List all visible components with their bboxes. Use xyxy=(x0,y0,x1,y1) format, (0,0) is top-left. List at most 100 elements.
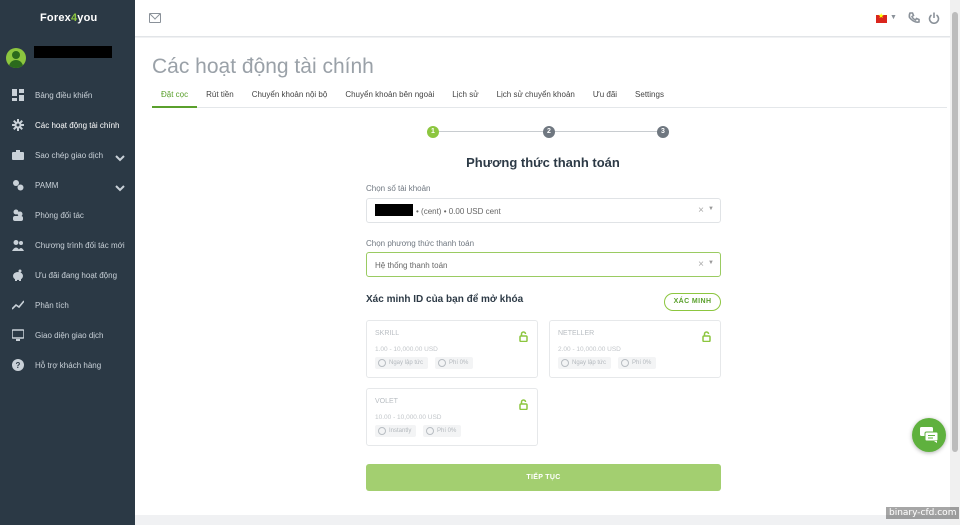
help-icon: ? xyxy=(11,359,24,372)
payment-card-name: VOLET xyxy=(375,398,398,405)
vietnam-flag-icon[interactable] xyxy=(876,12,887,23)
account-select-label: Chọn số tài khoản xyxy=(366,184,431,193)
terminal-icon xyxy=(11,329,24,342)
verify-button[interactable]: XÁC MINH xyxy=(664,293,721,311)
sidebar-item-label: Phân tích xyxy=(35,300,69,310)
sidebar-item-analytics[interactable]: Phân tích xyxy=(0,290,135,320)
chart-line-icon xyxy=(11,299,24,312)
percent-icon xyxy=(438,359,446,367)
chat-button[interactable] xyxy=(912,418,946,452)
lock-icon xyxy=(519,329,528,343)
lock-icon xyxy=(519,397,528,411)
redacted-account-number xyxy=(375,204,413,217)
tab-bar: Đặt cọc Rút tiền Chuyển khoản nội bộ Chu… xyxy=(152,90,947,108)
tab-deposit[interactable]: Đặt cọc xyxy=(152,90,198,108)
step-2: 2 xyxy=(543,126,555,138)
lock-icon xyxy=(702,329,711,343)
sidebar-item-partner-room[interactable]: Phòng đối tác xyxy=(0,200,135,230)
power-icon[interactable] xyxy=(928,11,940,24)
speed-chip: Ngay lập tức xyxy=(558,357,612,369)
sidebar-item-label: Các hoạt động tài chính xyxy=(35,120,120,130)
percent-icon xyxy=(621,359,629,367)
sidebar-item-pamm[interactable]: PAMM xyxy=(0,170,135,200)
users-icon xyxy=(11,239,24,252)
sidebar-item-label: Chương trình đối tác mới xyxy=(35,240,125,250)
tab-internal-transfer[interactable]: Chuyển khoản nội bộ xyxy=(243,90,337,108)
step-1: 1 xyxy=(427,126,439,138)
step-3: 3 xyxy=(657,126,669,138)
payment-card-volet[interactable]: VOLET 10.00 - 10,000.00 USD Instantly Ph… xyxy=(366,388,538,446)
sidebar-item-active-bonuses[interactable]: Ưu đãi đang hoạt động xyxy=(0,260,135,290)
scrollbar-thumb[interactable] xyxy=(952,12,958,452)
speed-chip: Instantly xyxy=(375,425,417,437)
sidebar-item-copy-trading[interactable]: Sao chép giao dịch xyxy=(0,140,135,170)
payment-card-name: NETELLER xyxy=(558,330,595,337)
clear-icon[interactable]: × xyxy=(698,205,704,216)
clear-icon[interactable]: × xyxy=(698,259,704,270)
chevron-down-icon[interactable]: ▼ xyxy=(708,260,714,266)
clock-icon xyxy=(378,359,386,367)
partner-icon xyxy=(11,209,24,222)
page-title: Các hoạt động tài chính xyxy=(152,55,374,78)
payment-card-skrill[interactable]: SKRILL 1.00 - 10,000.00 USD Ngay lập tức… xyxy=(366,320,538,378)
chat-icon xyxy=(920,427,938,443)
sidebar-item-support[interactable]: ? Hỗ trợ khách hàng xyxy=(0,350,135,380)
payment-method-select-label: Chọn phương thức thanh toán xyxy=(366,239,475,248)
tab-withdraw[interactable]: Rút tiền xyxy=(197,90,243,108)
account-select[interactable]: • (cent) • 0.00 USD cent × ▼ xyxy=(366,198,721,223)
sidebar-item-financial-operations[interactable]: Các hoạt động tài chính xyxy=(0,110,135,140)
fee-chip: Phí 0% xyxy=(435,357,474,369)
chevron-down-icon[interactable] xyxy=(115,180,125,192)
svg-text:?: ? xyxy=(15,361,20,370)
sidebar-item-new-partner-program[interactable]: Chương trình đối tác mới xyxy=(0,230,135,260)
watermark: binary-cfd.com xyxy=(886,507,960,519)
chevron-down-icon[interactable]: ▼ xyxy=(708,206,714,212)
tab-settings[interactable]: Settings xyxy=(626,90,673,108)
percent-icon xyxy=(426,427,434,435)
sidebar-item-trading-terminal[interactable]: Giao diện giao dịch xyxy=(0,320,135,350)
dashboard-icon xyxy=(11,89,24,102)
clock-icon xyxy=(561,359,569,367)
payment-card-range: 10.00 - 10,000.00 USD xyxy=(375,414,442,421)
tab-history[interactable]: Lịch sử xyxy=(443,90,487,108)
sidebar-item-label: Ưu đãi đang hoạt động xyxy=(35,270,118,280)
account-select-value: • (cent) • 0.00 USD cent xyxy=(375,204,501,217)
chevron-down-icon[interactable]: ▼ xyxy=(890,14,897,21)
brand-logo[interactable]: Forex4you xyxy=(40,12,97,24)
tab-bonuses[interactable]: Ưu đãi xyxy=(584,90,626,108)
briefcase-icon xyxy=(11,149,24,162)
gear-icon xyxy=(11,119,24,132)
payment-card-neteller[interactable]: NETELLER 2.00 - 10,000.00 USD Ngay lập t… xyxy=(549,320,721,378)
payment-method-title: Phương thức thanh toán xyxy=(466,155,620,170)
payment-card-range: 2.00 - 10,000.00 USD xyxy=(558,346,621,353)
sidebar-item-label: Giao diện giao dịch xyxy=(35,330,104,340)
clock-icon xyxy=(378,427,386,435)
step-connector xyxy=(439,131,543,132)
topbar: ▼ xyxy=(135,0,950,37)
sidebar-item-label: Bảng điều khiển xyxy=(35,90,93,100)
avatar[interactable] xyxy=(6,48,26,68)
tab-transfer-history[interactable]: Lịch sử chuyển khoản xyxy=(488,90,584,108)
payment-method-select-value: Hệ thống thanh toán xyxy=(375,261,448,270)
continue-button[interactable]: TIẾP TỤC xyxy=(366,464,721,491)
sidebar-item-label: PAMM xyxy=(35,180,59,190)
step-connector xyxy=(555,131,657,132)
payment-card-range: 1.00 - 10,000.00 USD xyxy=(375,346,438,353)
stepper: 1 2 3 xyxy=(427,126,669,138)
sidebar: Forex4you Bảng điều khiển Các hoạt động … xyxy=(0,0,135,525)
payment-method-select[interactable]: Hệ thống thanh toán × ▼ xyxy=(366,252,721,277)
fee-chip: Phí 0% xyxy=(618,357,657,369)
phone-icon[interactable] xyxy=(908,11,920,23)
chevron-down-icon[interactable] xyxy=(115,150,125,162)
page-scrollbar[interactable] xyxy=(950,0,960,525)
sidebar-item-label: Sao chép giao dịch xyxy=(35,150,104,160)
tab-external-transfer[interactable]: Chuyển khoản bên ngoài xyxy=(336,90,443,108)
sidebar-item-label: Hỗ trợ khách hàng xyxy=(35,360,102,370)
mail-icon[interactable] xyxy=(149,13,161,23)
main-panel: Các hoạt động tài chính Đặt cọc Rút tiền… xyxy=(135,38,950,515)
redacted-username xyxy=(34,46,112,58)
pamm-icon xyxy=(11,179,24,192)
piggy-icon xyxy=(11,269,24,282)
sidebar-item-dashboard[interactable]: Bảng điều khiển xyxy=(0,80,135,110)
payment-card-name: SKRILL xyxy=(375,330,400,337)
